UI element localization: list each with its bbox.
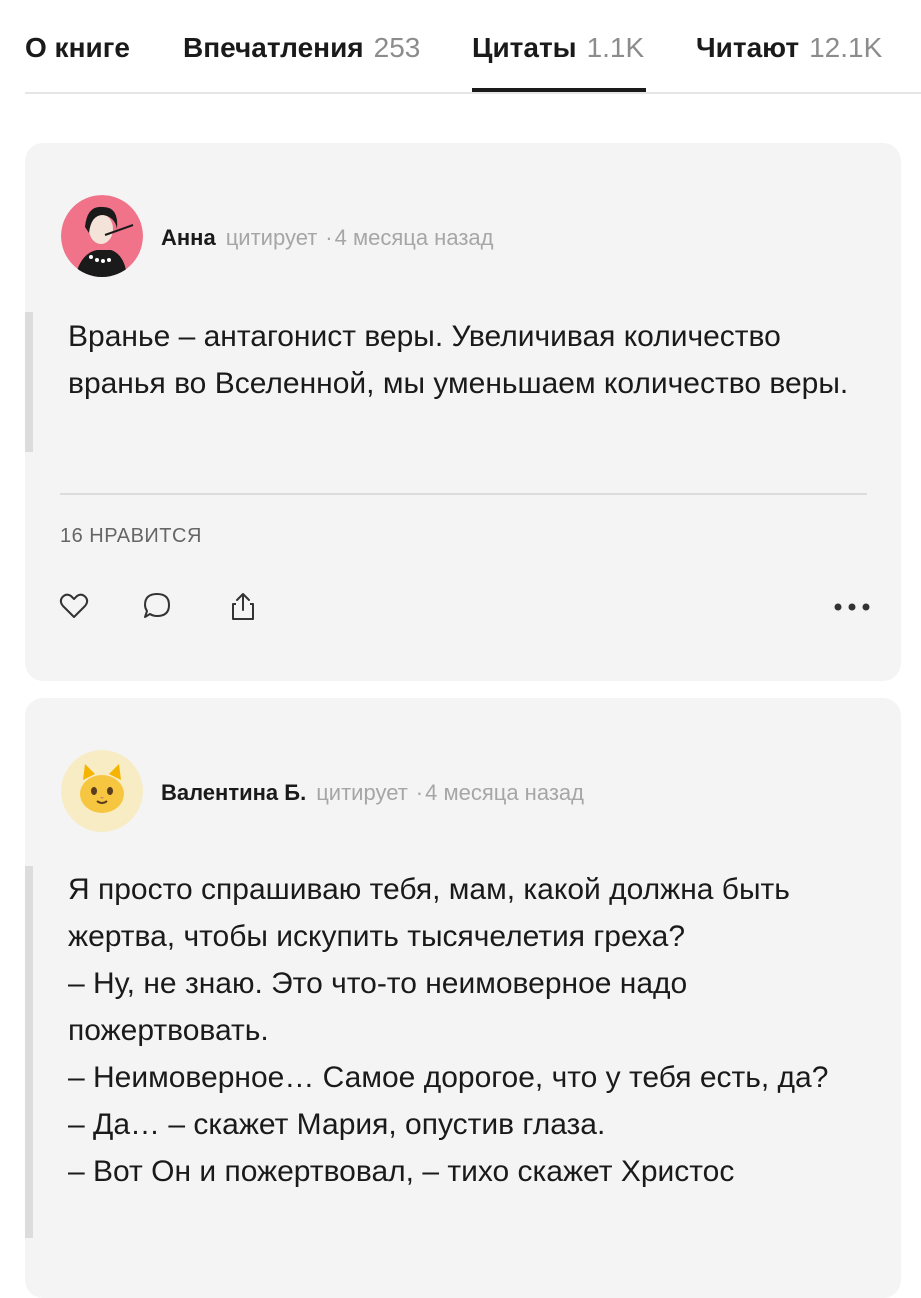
avatar[interactable]: [61, 195, 143, 277]
tab-label: Впечатления: [183, 32, 364, 63]
tab-count: 253: [373, 32, 421, 63]
quote-text[interactable]: Я просто спрашиваю тебя, мам, какой долж…: [68, 866, 858, 1195]
tab-label: Цитаты: [472, 32, 577, 63]
timestamp: 4 месяца назад: [425, 780, 584, 805]
tab-count: 12.1K: [809, 32, 883, 63]
tab-label: О книге: [25, 32, 130, 63]
author-name[interactable]: Анна: [161, 225, 216, 250]
active-tab-indicator: [472, 88, 646, 92]
separator-dot: ·: [325, 225, 333, 250]
quote-text[interactable]: Вранье – антагонист веры. Увеличивая кол…: [68, 313, 878, 407]
quote-card: Валентина Б. цитирует ·4 месяца назад Я пр…: [25, 698, 901, 1298]
action-verb: цитирует: [316, 780, 408, 805]
quote-card: Анна цитирует ·4 месяца назад Вранье – ант…: [25, 143, 901, 681]
divider: [60, 493, 867, 495]
separator-dot: ·: [415, 780, 424, 805]
tab-about-book[interactable]: О книге: [25, 32, 130, 64]
quote-bar: [25, 312, 33, 452]
action-verb: цитирует: [225, 225, 318, 250]
tab-bar: О книге Впечатления 253 Цитаты 1.1K Читают…: [25, 0, 921, 94]
heart-icon[interactable]: [58, 590, 90, 622]
more-icon[interactable]: [832, 590, 872, 622]
quote-meta: Валентина Б. цитирует ·4 месяца назад: [161, 780, 584, 806]
tab-quotes[interactable]: Цитаты 1.1K: [472, 32, 644, 64]
comment-icon[interactable]: [141, 590, 173, 622]
likes-count: 16 НРАВИТСЯ: [60, 525, 202, 547]
tab-count: 1.1K: [586, 32, 645, 63]
share-icon[interactable]: [227, 590, 259, 622]
avatar[interactable]: [61, 750, 143, 832]
tab-label: Читают: [696, 32, 800, 63]
tab-impressions[interactable]: Впечатления 253: [183, 32, 420, 64]
quote-bar: [25, 866, 33, 1238]
author-name[interactable]: Валентина Б.: [161, 780, 306, 805]
quote-meta: Анна цитирует ·4 месяца назад: [161, 225, 493, 251]
timestamp: 4 месяца назад: [334, 225, 494, 250]
tab-readers[interactable]: Читают 12.1K: [696, 32, 882, 64]
